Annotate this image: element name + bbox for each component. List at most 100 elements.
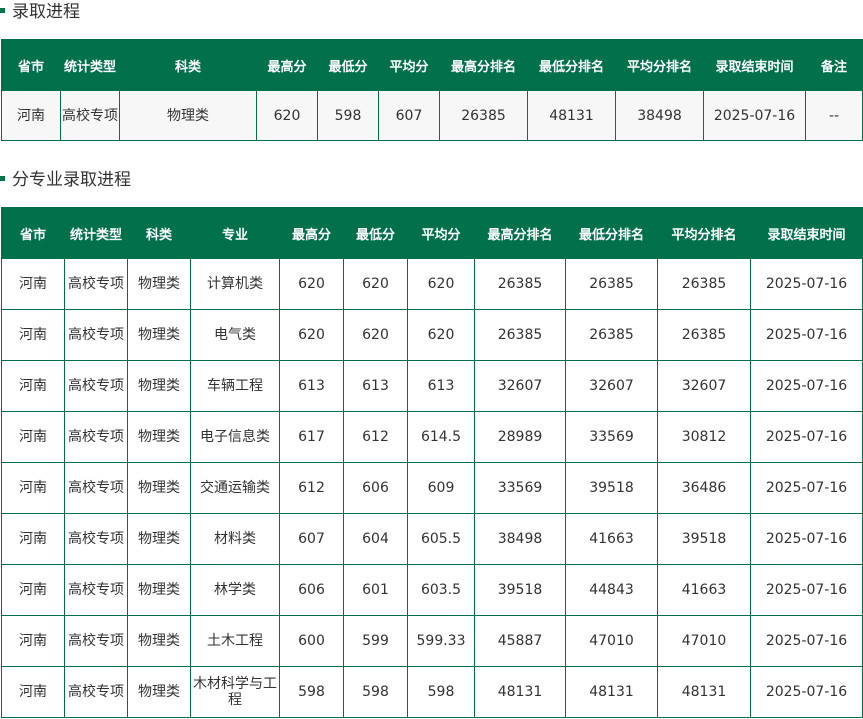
table-row: 河南 高校专项 物理类 木材科学与工程 598 598 598 48131 48131 48131… (1, 666, 863, 718)
table-cell: 38498 (615, 90, 704, 141)
table-cell: 26385 (565, 309, 658, 361)
column-header: 科类 (127, 207, 191, 259)
table-row: 河南 高校专项 物理类 620 598 607 26385 48131 38498 2025-07… (1, 90, 863, 141)
column-header: 最高分 (256, 39, 318, 91)
table-cell: 土木工程 (190, 615, 280, 667)
table-row: 河南 高校专项 物理类 土木工程 600 599 599.33 45887 47010 47010… (1, 615, 863, 667)
section-title-text: 分专业录取进程 (12, 170, 131, 190)
table-cell: 600 (279, 615, 344, 667)
table-cell: 计算机类 (190, 258, 280, 310)
table-cell: 河南 (1, 90, 61, 141)
table-cell: 2025-07-16 (750, 258, 863, 310)
column-header: 省市 (1, 207, 65, 259)
table-cell: 598 (407, 666, 475, 718)
table-cell: 612 (279, 462, 344, 514)
table-row: 河南 高校专项 物理类 电气类 620 620 620 26385 26385 26385 2025… (1, 309, 863, 361)
table-cell: 高校专项 (64, 309, 128, 361)
table-cell: 物理类 (119, 90, 257, 141)
table-cell: 612 (343, 411, 408, 463)
table-cell: 河南 (1, 360, 65, 412)
column-header: 最高分 (279, 207, 344, 259)
table-cell: 32607 (565, 360, 658, 412)
table-cell: 609 (407, 462, 475, 514)
table-cell: 620 (343, 258, 408, 310)
table-cell: 物理类 (127, 462, 191, 514)
table-cell: 33569 (565, 411, 658, 463)
table-cell: 26385 (474, 309, 566, 361)
table-cell: 599.33 (407, 615, 475, 667)
column-header: 统计类型 (64, 207, 128, 259)
table-cell: 48131 (565, 666, 658, 718)
table-cell: 617 (279, 411, 344, 463)
column-header: 录取结束时间 (703, 39, 806, 91)
table-cell: 28989 (474, 411, 566, 463)
table-cell: 物理类 (127, 411, 191, 463)
major-admission-progress-table: 省市 统计类型 科类 专业 最高分 最低分 平均分 最高分排名 最低分排名 平均分排名 录取结束时间… (1, 207, 863, 718)
table-cell: 620 (407, 309, 475, 361)
column-header: 平均分 (378, 39, 440, 91)
table-cell: 603.5 (407, 564, 475, 616)
table-cell: 41663 (565, 513, 658, 565)
table-cell: 38498 (474, 513, 566, 565)
table-cell: 614.5 (407, 411, 475, 463)
table-row: 河南 高校专项 物理类 计算机类 620 620 620 26385 26385 26385 202… (1, 258, 863, 310)
column-header: 平均分排名 (657, 207, 751, 259)
table-cell: 高校专项 (64, 360, 128, 412)
table-cell: 物理类 (127, 564, 191, 616)
column-header: 平均分 (407, 207, 475, 259)
table-cell: 48131 (527, 90, 616, 141)
table-cell: 601 (343, 564, 408, 616)
admission-progress-table: 省市 统计类型 科类 最高分 最低分 平均分 最高分排名 最低分排名 平均分排名 录取结束时间 备注… (1, 39, 863, 141)
table-cell: 电子信息类 (190, 411, 280, 463)
table-cell: 620 (279, 309, 344, 361)
table-cell: 33569 (474, 462, 566, 514)
table-cell: 车辆工程 (190, 360, 280, 412)
table-cell: 高校专项 (64, 513, 128, 565)
table-cell: 物理类 (127, 309, 191, 361)
table-row: 河南 高校专项 物理类 车辆工程 613 613 613 32607 32607 32607 202… (1, 360, 863, 412)
table-cell: 605.5 (407, 513, 475, 565)
table-cell: 高校专项 (64, 666, 128, 718)
table-cell: 48131 (657, 666, 751, 718)
table-cell: 607 (378, 90, 440, 141)
table-cell: 26385 (657, 309, 751, 361)
section-title-major-admission-progress: 分专业录取进程 (0, 168, 131, 192)
table-cell: 2025-07-16 (750, 462, 863, 514)
table-cell: 河南 (1, 615, 65, 667)
table-cell: 河南 (1, 564, 65, 616)
table-cell: 39518 (657, 513, 751, 565)
table-cell: 39518 (474, 564, 566, 616)
table-cell: 河南 (1, 258, 65, 310)
table-cell: 606 (343, 462, 408, 514)
column-header: 专业 (190, 207, 280, 259)
column-header: 省市 (1, 39, 61, 91)
column-header: 最低分排名 (527, 39, 616, 91)
table-cell: 48131 (474, 666, 566, 718)
table-cell: 26385 (657, 258, 751, 310)
table-cell: 电气类 (190, 309, 280, 361)
table-cell: 26385 (565, 258, 658, 310)
table-cell: 613 (407, 360, 475, 412)
table-cell: 47010 (565, 615, 658, 667)
column-header: 最低分排名 (565, 207, 658, 259)
table-cell: 2025-07-16 (750, 309, 863, 361)
table-cell: 物理类 (127, 615, 191, 667)
table-cell: 河南 (1, 513, 65, 565)
table-cell: 2025-07-16 (750, 564, 863, 616)
table-cell: 47010 (657, 615, 751, 667)
table-cell: 606 (279, 564, 344, 616)
column-header: 平均分排名 (615, 39, 704, 91)
column-header: 科类 (119, 39, 257, 91)
table-cell: 45887 (474, 615, 566, 667)
table-cell: 2025-07-16 (750, 666, 863, 718)
column-header: 最低分 (343, 207, 408, 259)
table-cell: 河南 (1, 462, 65, 514)
table-cell: 613 (279, 360, 344, 412)
table-cell: 河南 (1, 666, 65, 718)
table-row: 河南 高校专项 物理类 材料类 607 604 605.5 38498 41663 39518 20… (1, 513, 863, 565)
table-cell: 木材科学与工程 (190, 666, 280, 718)
table-cell: 交通运输类 (190, 462, 280, 514)
table-cell: 2025-07-16 (703, 90, 806, 141)
table-cell: 613 (343, 360, 408, 412)
table-cell: 604 (343, 513, 408, 565)
